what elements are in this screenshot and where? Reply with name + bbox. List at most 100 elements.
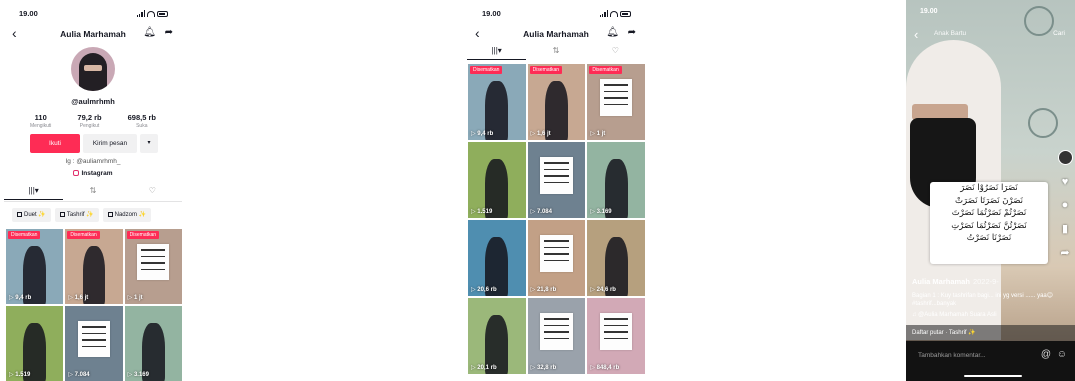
status-time: 19.00 <box>482 9 501 18</box>
status-bar: 19.00 <box>4 9 182 21</box>
comment-input[interactable]: Tambahkan komentar... <box>918 352 986 359</box>
follow-button[interactable]: Ikuti <box>30 134 80 153</box>
profile-header: ‹ Aulia Marhamah 🔔︎ ➦ <box>467 25 645 43</box>
video-thumbnail[interactable]: Disematkan ▷ 1 jt <box>124 229 182 304</box>
tab-liked[interactable]: ♡ <box>586 46 645 60</box>
profile-header: ‹ Aulia Marhamah 🔔︎ ➦ <box>4 25 182 43</box>
status-time: 19.00 <box>19 9 38 18</box>
signal-icon <box>136 10 145 17</box>
profile-screen: 19.00 ‹ Aulia Marhamah 🔔︎ ➦ @aulmrhmh 11… <box>4 0 182 381</box>
profile-stats: 110 Mengikuti 79,2 rb Pengikut 698,5 rb … <box>30 113 156 129</box>
playlist-tashrif[interactable]: Tashrif ✨ <box>54 208 99 222</box>
video-thumbnail[interactable]: ▷ 24,6 rb <box>587 220 645 296</box>
video-thumbnail[interactable]: ▷ 1.519 <box>6 306 64 381</box>
arabic-line: نَصَرْتُنَّ نَصَرْتُمَا نَصَرْتِ <box>951 220 1027 231</box>
bell-icon[interactable]: 🔔︎ <box>606 27 619 38</box>
ornament-decoration <box>1028 108 1058 138</box>
ornament-decoration <box>1024 6 1054 36</box>
song-label[interactable]: Anak Bartu <box>934 30 966 37</box>
video-thumbnail[interactable]: ▷ 21,8 rb <box>527 220 586 296</box>
back-icon[interactable]: ‹ <box>914 27 918 42</box>
view-count: ▷ 1.519 <box>471 209 493 215</box>
video-thumbnail[interactable]: Disematkan ▷ 9,4 rb <box>468 64 526 140</box>
profile-grid-screen: 19.00 ‹ Aulia Marhamah 🔔︎ ➦ |||▾ ⇅ ♡ Dis… <box>467 0 645 381</box>
video-thumbnail[interactable]: Disematkan ▷ 1,6 jt <box>65 229 123 304</box>
wifi-icon <box>147 10 155 17</box>
bookmark-icon[interactable]: ▮ <box>1062 222 1068 235</box>
video-thumbnail[interactable]: ▷ 20,1 rb <box>468 298 526 374</box>
view-count: ▷ 20,6 rb <box>471 287 497 293</box>
wifi-icon <box>610 10 618 17</box>
video-thumbnail[interactable]: ▷ 32,8 rb <box>527 298 586 374</box>
playlist-row: Duet ✨ Tashrif ✨ Nadzom ✨ <box>12 208 152 222</box>
arabic-line: نَصَرْتُمْ نَصَرْتُمَا نَصَرْتَ <box>951 208 1027 218</box>
stat-following[interactable]: 110 Mengikuti <box>30 113 51 129</box>
view-count: ▷ 7.084 <box>530 209 552 215</box>
video-thumbnail[interactable]: ▷ 3.169 <box>124 306 182 381</box>
action-rail: ♥ ● ▮ ➦ <box>1057 150 1073 259</box>
view-count: ▷ 9,4 rb <box>471 131 494 137</box>
video-username[interactable]: Aulia Marhamah 2022-9- <box>912 277 999 286</box>
video-thumbnail[interactable]: ▷ 3.169 <box>587 142 645 218</box>
heart-icon[interactable]: ♥ <box>1062 176 1069 188</box>
video-thumbnail[interactable]: ▷ 20,6 rb <box>468 220 526 296</box>
view-count: ▷ 1,6 jt <box>530 131 551 137</box>
profile-actions: Ikuti Kirim pesan ▾ <box>30 134 158 153</box>
video-thumbnail[interactable]: ▷ 848,4 rb <box>587 298 645 374</box>
signal-icon <box>599 10 608 17</box>
pinned-badge: Disematkan <box>8 231 41 239</box>
tab-videos[interactable]: |||▾ <box>467 46 527 60</box>
share-icon[interactable]: ➦ <box>165 27 173 38</box>
home-indicator <box>964 374 1022 377</box>
avatar[interactable] <box>71 47 115 91</box>
tab-reposts[interactable]: ⇅ <box>526 46 585 60</box>
instagram-link[interactable]: Instagram <box>4 170 182 177</box>
music-label[interactable]: ♫ @Aulia Marhamah Suara Asli <box>912 312 997 318</box>
view-count: ▷ 21,8 rb <box>530 287 557 293</box>
playlist-duet[interactable]: Duet ✨ <box>12 208 51 222</box>
bell-icon[interactable]: 🔔︎ <box>143 27 156 38</box>
view-count: ▷ 9,4 rb <box>9 295 32 301</box>
tab-liked[interactable]: ♡ <box>123 186 182 200</box>
view-count: ▷ 1,6 jt <box>68 295 89 301</box>
username-handle: @aulmrhmh <box>71 97 115 106</box>
stat-followers[interactable]: 79,2 rb Pengikut <box>77 113 101 129</box>
view-count: ▷ 3.169 <box>590 209 612 215</box>
arabic-line: نَصَرَا نَصَرُوْا نَصَرَ <box>960 183 1018 193</box>
video-thumbnail[interactable]: Disematkan ▷ 1,6 jt <box>527 64 586 140</box>
share-icon[interactable]: ➦ <box>628 27 636 38</box>
view-count: ▷ 7.084 <box>68 372 90 378</box>
battery-icon <box>157 10 168 17</box>
creator-avatar[interactable] <box>1057 150 1073 165</box>
video-thumbnail[interactable]: Disematkan ▷ 9,4 rb <box>6 229 64 304</box>
video-thumbnail[interactable]: ▷ 7.084 <box>527 142 586 218</box>
tab-videos[interactable]: |||▾ <box>4 186 64 200</box>
pinned-badge: Disematkan <box>126 231 160 239</box>
playlist-nadzom[interactable]: Nadzom ✨ <box>102 208 152 222</box>
playlist-bar[interactable]: Daftar putar · Tashrif ✨ <box>906 325 1075 341</box>
stat-likes[interactable]: 698,5 rb Suka <box>128 113 156 129</box>
video-thumbnail[interactable]: ▷ 1.519 <box>468 142 526 218</box>
video-caption: Bagian 1 : Kuy tashrifan bagi... ini yg … <box>912 293 1053 307</box>
search-button[interactable]: Cari <box>1053 30 1065 37</box>
emoji-icon[interactable]: ☺ <box>1057 349 1067 360</box>
comment-icon[interactable]: ● <box>1062 199 1069 211</box>
send-message-button[interactable]: Kirim pesan <box>83 134 137 153</box>
bio-text: Ig : @auliamrhmh_ <box>65 158 121 165</box>
share-icon[interactable]: ➦ <box>1060 246 1069 259</box>
view-count: ▷ 1 jt <box>590 131 606 137</box>
more-options-button[interactable]: ▾ <box>140 134 158 153</box>
video-player-screen: نَصَرَا نَصَرُوْا نَصَرَ نَصَرْنَ نَصَرَت… <box>906 0 1075 381</box>
video-thumbnail[interactable]: Disematkan ▷ 1 jt <box>587 64 645 140</box>
view-count: ▷ 20,1 rb <box>471 365 497 371</box>
mention-icon[interactable]: @ <box>1041 349 1051 360</box>
pinned-badge: Disematkan <box>589 66 622 74</box>
video-grid: Disematkan ▷ 9,4 rb Disematkan ▷ 1,6 jt Dise… <box>6 229 182 381</box>
video-thumbnail[interactable]: ▷ 7.084 <box>65 306 123 381</box>
view-count: ▷ 1 jt <box>127 295 143 301</box>
view-count: ▷ 848,4 rb <box>590 365 620 371</box>
view-count: ▷ 1.519 <box>9 372 31 378</box>
playlist-icon <box>17 212 22 217</box>
instagram-icon <box>73 170 80 176</box>
tab-reposts[interactable]: ⇅ <box>63 186 122 200</box>
